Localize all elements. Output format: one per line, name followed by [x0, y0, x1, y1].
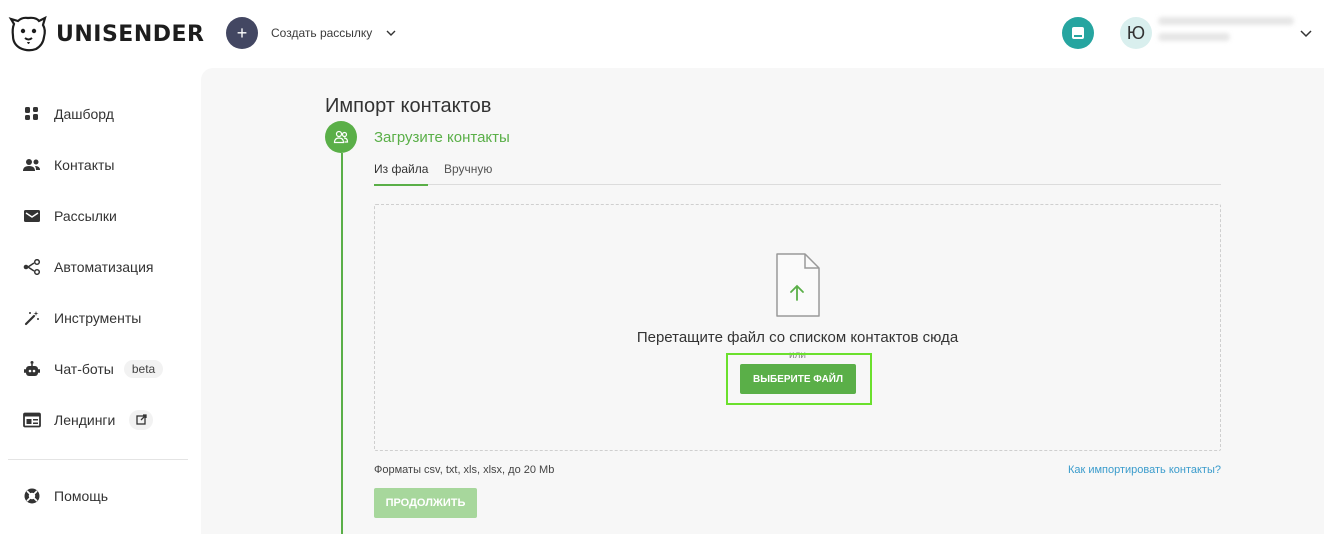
sidebar-item-label: Автоматизация: [54, 258, 154, 275]
sidebar-item-chatbots[interactable]: Чат-боты beta: [8, 343, 188, 394]
choose-file-button[interactable]: ВЫБЕРИТЕ ФАЙЛ: [740, 364, 856, 394]
file-upload-icon: [776, 253, 820, 317]
main-panel: Импорт контактов Загрузите контакты Из ф…: [201, 68, 1324, 534]
beta-badge: beta: [123, 359, 164, 378]
sidebar-item-landings[interactable]: Лендинги: [8, 394, 188, 445]
landing-icon: [22, 410, 42, 430]
sidebar-help-section: Помощь: [8, 470, 188, 521]
tab-manual[interactable]: Вручную: [444, 162, 492, 184]
sidebar-item-label: Помощь: [54, 487, 109, 504]
mail-icon: [22, 206, 42, 226]
account-info-blurred: [1158, 17, 1294, 49]
sidebar-item-tools[interactable]: Инструменты: [8, 292, 188, 343]
step-title: Загрузите контакты: [374, 129, 510, 146]
contacts-icon: [22, 155, 42, 175]
sidebar-item-help[interactable]: Помощь: [8, 470, 188, 521]
how-to-import-link[interactable]: Как импортировать контакты?: [1068, 464, 1221, 476]
users-icon: [333, 130, 349, 144]
dropzone-instruction: Перетащите файл со списком контактов сюд…: [636, 329, 959, 346]
page-title: Импорт контактов: [325, 95, 492, 117]
sidebar-divider: [8, 459, 188, 460]
unisender-logo[interactable]: UNISENDER: [8, 14, 204, 54]
knowledge-base-button[interactable]: [1062, 17, 1094, 49]
step-indicator: [325, 121, 357, 153]
file-dropzone[interactable]: Перетащите файл со списком контактов сюд…: [374, 204, 1221, 451]
account-menu-chevron-icon[interactable]: [1299, 26, 1313, 40]
sidebar-item-label: Инструменты: [54, 309, 142, 326]
dog-logo-icon: [8, 15, 47, 52]
sidebar-item-automation[interactable]: Автоматизация: [8, 241, 188, 292]
book-icon: [1072, 27, 1084, 39]
external-link-icon: [129, 409, 154, 430]
lifebuoy-icon: [22, 486, 42, 506]
sidebar-item-label: Чат-боты: [54, 360, 114, 377]
choose-file-highlight: ВЫБЕРИТЕ ФАЙЛ: [726, 353, 872, 405]
continue-button[interactable]: ПРОДОЛЖИТЬ: [374, 488, 477, 518]
sidebar-item-dashboard[interactable]: Дашборд: [8, 88, 188, 139]
tab-from-file[interactable]: Из файла: [374, 162, 429, 186]
plus-icon: +: [226, 17, 258, 49]
sidebar-item-contacts[interactable]: Контакты: [8, 139, 188, 190]
create-campaign-label: Создать рассылку: [271, 26, 373, 40]
avatar[interactable]: Ю: [1120, 17, 1152, 49]
brand-name: UNISENDER: [56, 21, 205, 47]
import-method-tabs: Из файла Вручную: [374, 159, 1221, 186]
sidebar-item-label: Лендинги: [54, 411, 116, 428]
robot-icon: [22, 359, 42, 379]
sidebar-item-label: Рассылки: [54, 207, 117, 224]
step-progress-line: [341, 153, 343, 534]
dashboard-icon: [22, 104, 42, 124]
automation-icon: [22, 257, 42, 277]
create-campaign-button[interactable]: + Создать рассылку: [226, 17, 397, 49]
sidebar-item-label: Контакты: [54, 156, 115, 173]
chevron-down-icon: [386, 30, 396, 36]
supported-formats: Форматы csv, txt, xls, xlsx, до 20 Mb: [374, 464, 555, 476]
magic-wand-icon: [22, 308, 42, 328]
sidebar-item-campaigns[interactable]: Рассылки: [8, 190, 188, 241]
sidebar-item-label: Дашборд: [54, 105, 114, 122]
sidebar: Дашборд Контакты Рассылки Автоматизация …: [8, 88, 188, 445]
